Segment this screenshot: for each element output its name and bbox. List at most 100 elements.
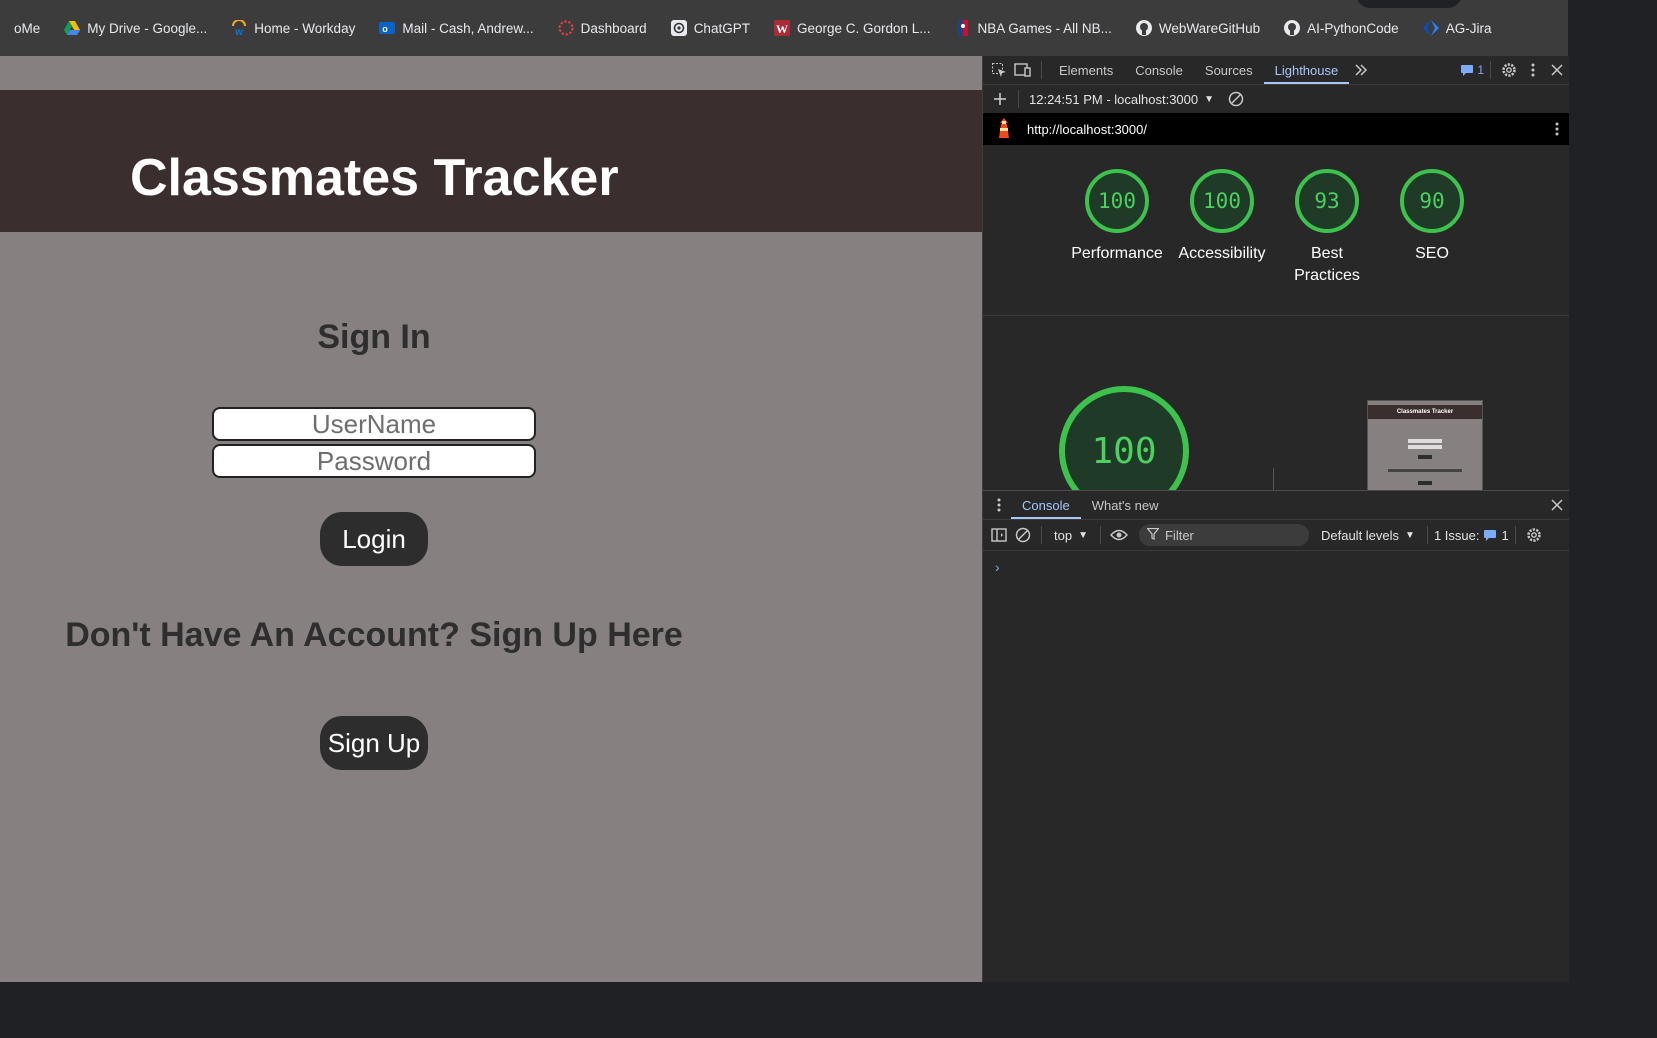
drawer-tabs: Console What's new: [983, 491, 1569, 520]
divider: [1273, 468, 1274, 490]
message-icon: [1461, 64, 1474, 76]
bookmarks-bar: oMe My Drive - Google... w Home - Workda…: [0, 0, 1568, 56]
device-toolbar-icon[interactable]: [1011, 58, 1035, 82]
report-menu-icon[interactable]: [1545, 117, 1569, 141]
score-label: Performance: [1071, 245, 1163, 262]
signin-heading: Sign In: [317, 318, 431, 356]
lighthouse-toolbar: 12:24:51 PM - localhost:3000 ▼: [983, 85, 1569, 114]
filter-funnel-icon: [1146, 527, 1160, 543]
close-drawer-icon[interactable]: [1545, 493, 1569, 517]
bookmark-label: AI-PythonCode: [1307, 20, 1399, 36]
report-selector-label: 12:24:51 PM - localhost:3000: [1029, 91, 1199, 107]
password-input[interactable]: [212, 444, 536, 478]
drawer-menu-icon[interactable]: [987, 493, 1011, 517]
thumbnail-title: Classmates Tracker: [1368, 405, 1482, 419]
outlook-icon: o: [379, 20, 396, 36]
issues-badge-count: 1: [1477, 63, 1484, 77]
close-devtools-icon[interactable]: [1545, 58, 1569, 82]
report-url: http://localhost:3000/: [1027, 121, 1147, 137]
username-input[interactable]: [212, 407, 536, 441]
bookmark-chatgpt[interactable]: ChatGPT: [657, 12, 760, 44]
kebab-menu-icon[interactable]: [1521, 58, 1545, 82]
jira-icon: [1422, 20, 1439, 36]
svg-text:o: o: [383, 24, 389, 34]
issues-label: 1 Issue:: [1433, 527, 1480, 543]
app-header: Classmates Tracker: [0, 90, 982, 232]
context-selector[interactable]: top ▼: [1048, 528, 1094, 543]
console-prompt[interactable]: ›: [995, 559, 1000, 575]
score-gauge-seo[interactable]: 90 SEO: [1377, 169, 1487, 265]
context-label: top: [1054, 527, 1073, 543]
score-gauge-best-practices[interactable]: 93 Best Practices: [1272, 169, 1382, 287]
bookmark-label: oMe: [14, 20, 41, 36]
score-label: Accessibility: [1178, 245, 1266, 262]
tab-lighthouse[interactable]: Lighthouse: [1263, 56, 1350, 84]
lighthouse-logo-icon: [991, 117, 1017, 141]
devtools-panel: Elements Console Sources Lighthouse 1 12…: [982, 56, 1569, 982]
page-title: Classmates Tracker: [130, 149, 619, 207]
sidebar-toggle-icon[interactable]: [987, 523, 1011, 547]
bookmark-label: My Drive - Google...: [87, 20, 208, 36]
dropdown-arrow-icon: ▼: [1204, 93, 1215, 105]
clear-console-icon[interactable]: [1011, 523, 1035, 547]
bookmark-label: WebWareGitHub: [1158, 20, 1261, 36]
log-levels-label: Default levels: [1320, 527, 1400, 543]
google-drive-icon: [64, 20, 81, 36]
score-gauge-performance[interactable]: 100 Performance: [1062, 169, 1172, 265]
tab-sources[interactable]: Sources: [1194, 56, 1264, 84]
live-expression-eye-icon[interactable]: [1107, 523, 1131, 547]
console-drawer: Console What's new top ▼ Filter Default …: [983, 490, 1569, 982]
bookmark-item[interactable]: oMe: [0, 12, 50, 44]
bookmark-dashboard[interactable]: Dashboard: [544, 12, 657, 44]
bookmark-ai-pythoncode[interactable]: AI-PythonCode: [1270, 12, 1409, 44]
nba-icon: [955, 20, 971, 36]
console-issues-button[interactable]: 1 Issue: 1: [1434, 528, 1509, 543]
settings-gear-icon[interactable]: [1497, 58, 1521, 82]
report-selector[interactable]: 12:24:51 PM - localhost:3000 ▼: [1025, 92, 1218, 107]
bookmark-label: Dashboard: [580, 20, 647, 36]
bookmark-my-drive[interactable]: My Drive - Google...: [50, 12, 217, 44]
score-label: Best Practices: [1294, 245, 1360, 284]
bookmark-ag-jira[interactable]: AG-Jira: [1409, 12, 1502, 44]
console-toolbar: top ▼ Filter Default levels ▼ 1 Issue: 1: [983, 520, 1569, 551]
issues-count: 1: [1501, 527, 1509, 543]
bookmark-gordon-library[interactable]: W George C. Gordon L...: [760, 12, 941, 44]
browser-tab-stub: [1356, 0, 1462, 8]
signup-button[interactable]: Sign Up: [320, 716, 428, 770]
bookmark-webware-github[interactable]: WebWareGitHub: [1122, 12, 1270, 44]
web-page: Classmates Tracker Sign In Login Don't H…: [0, 56, 982, 982]
bookmark-label: ChatGPT: [693, 20, 750, 36]
more-tabs-chevron-icon[interactable]: [1349, 58, 1373, 82]
score-gauge-accessibility[interactable]: 100 Accessibility: [1167, 169, 1277, 265]
inspect-element-icon[interactable]: [987, 58, 1011, 82]
dropdown-arrow-icon: ▼: [1078, 529, 1088, 541]
devtools-toolbar: Elements Console Sources Lighthouse 1: [983, 56, 1569, 85]
console-filter-input[interactable]: Filter: [1138, 524, 1309, 546]
bookmark-workday[interactable]: w Home - Workday: [217, 12, 365, 44]
log-levels-selector[interactable]: Default levels ▼: [1315, 528, 1421, 543]
report-url-bar: http://localhost:3000/: [983, 113, 1569, 145]
bookmark-nba[interactable]: NBA Games - All NB...: [941, 12, 1122, 44]
lighthouse-score-summary: 100 Performance 100 Accessibility 93 Bes…: [983, 145, 1569, 316]
bookmark-label: NBA Games - All NB...: [977, 20, 1112, 36]
clear-reports-icon[interactable]: [1224, 87, 1248, 111]
drawer-tab-console[interactable]: Console: [1011, 491, 1081, 519]
issues-button[interactable]: 1: [1461, 58, 1484, 82]
workday-icon: w: [231, 20, 247, 36]
dashboard-icon: [558, 20, 574, 36]
new-report-plus-icon[interactable]: [988, 87, 1012, 111]
bookmark-mail[interactable]: o Mail - Cash, Andrew...: [365, 12, 543, 44]
svg-text:W: W: [776, 22, 788, 36]
tab-elements[interactable]: Elements: [1048, 56, 1124, 84]
score-label: SEO: [1415, 245, 1449, 262]
github-icon: [1135, 20, 1152, 36]
wpi-icon: W: [773, 20, 790, 36]
tab-console[interactable]: Console: [1124, 56, 1194, 84]
score-value: 100: [1085, 169, 1149, 233]
svg-text:w: w: [234, 27, 243, 36]
console-settings-gear-icon[interactable]: [1522, 523, 1546, 547]
login-button[interactable]: Login: [320, 512, 428, 566]
page-screenshot-thumbnail: Classmates Tracker: [1367, 400, 1483, 502]
drawer-tab-whats-new[interactable]: What's new: [1081, 491, 1170, 519]
filter-placeholder: Filter: [1164, 527, 1194, 543]
